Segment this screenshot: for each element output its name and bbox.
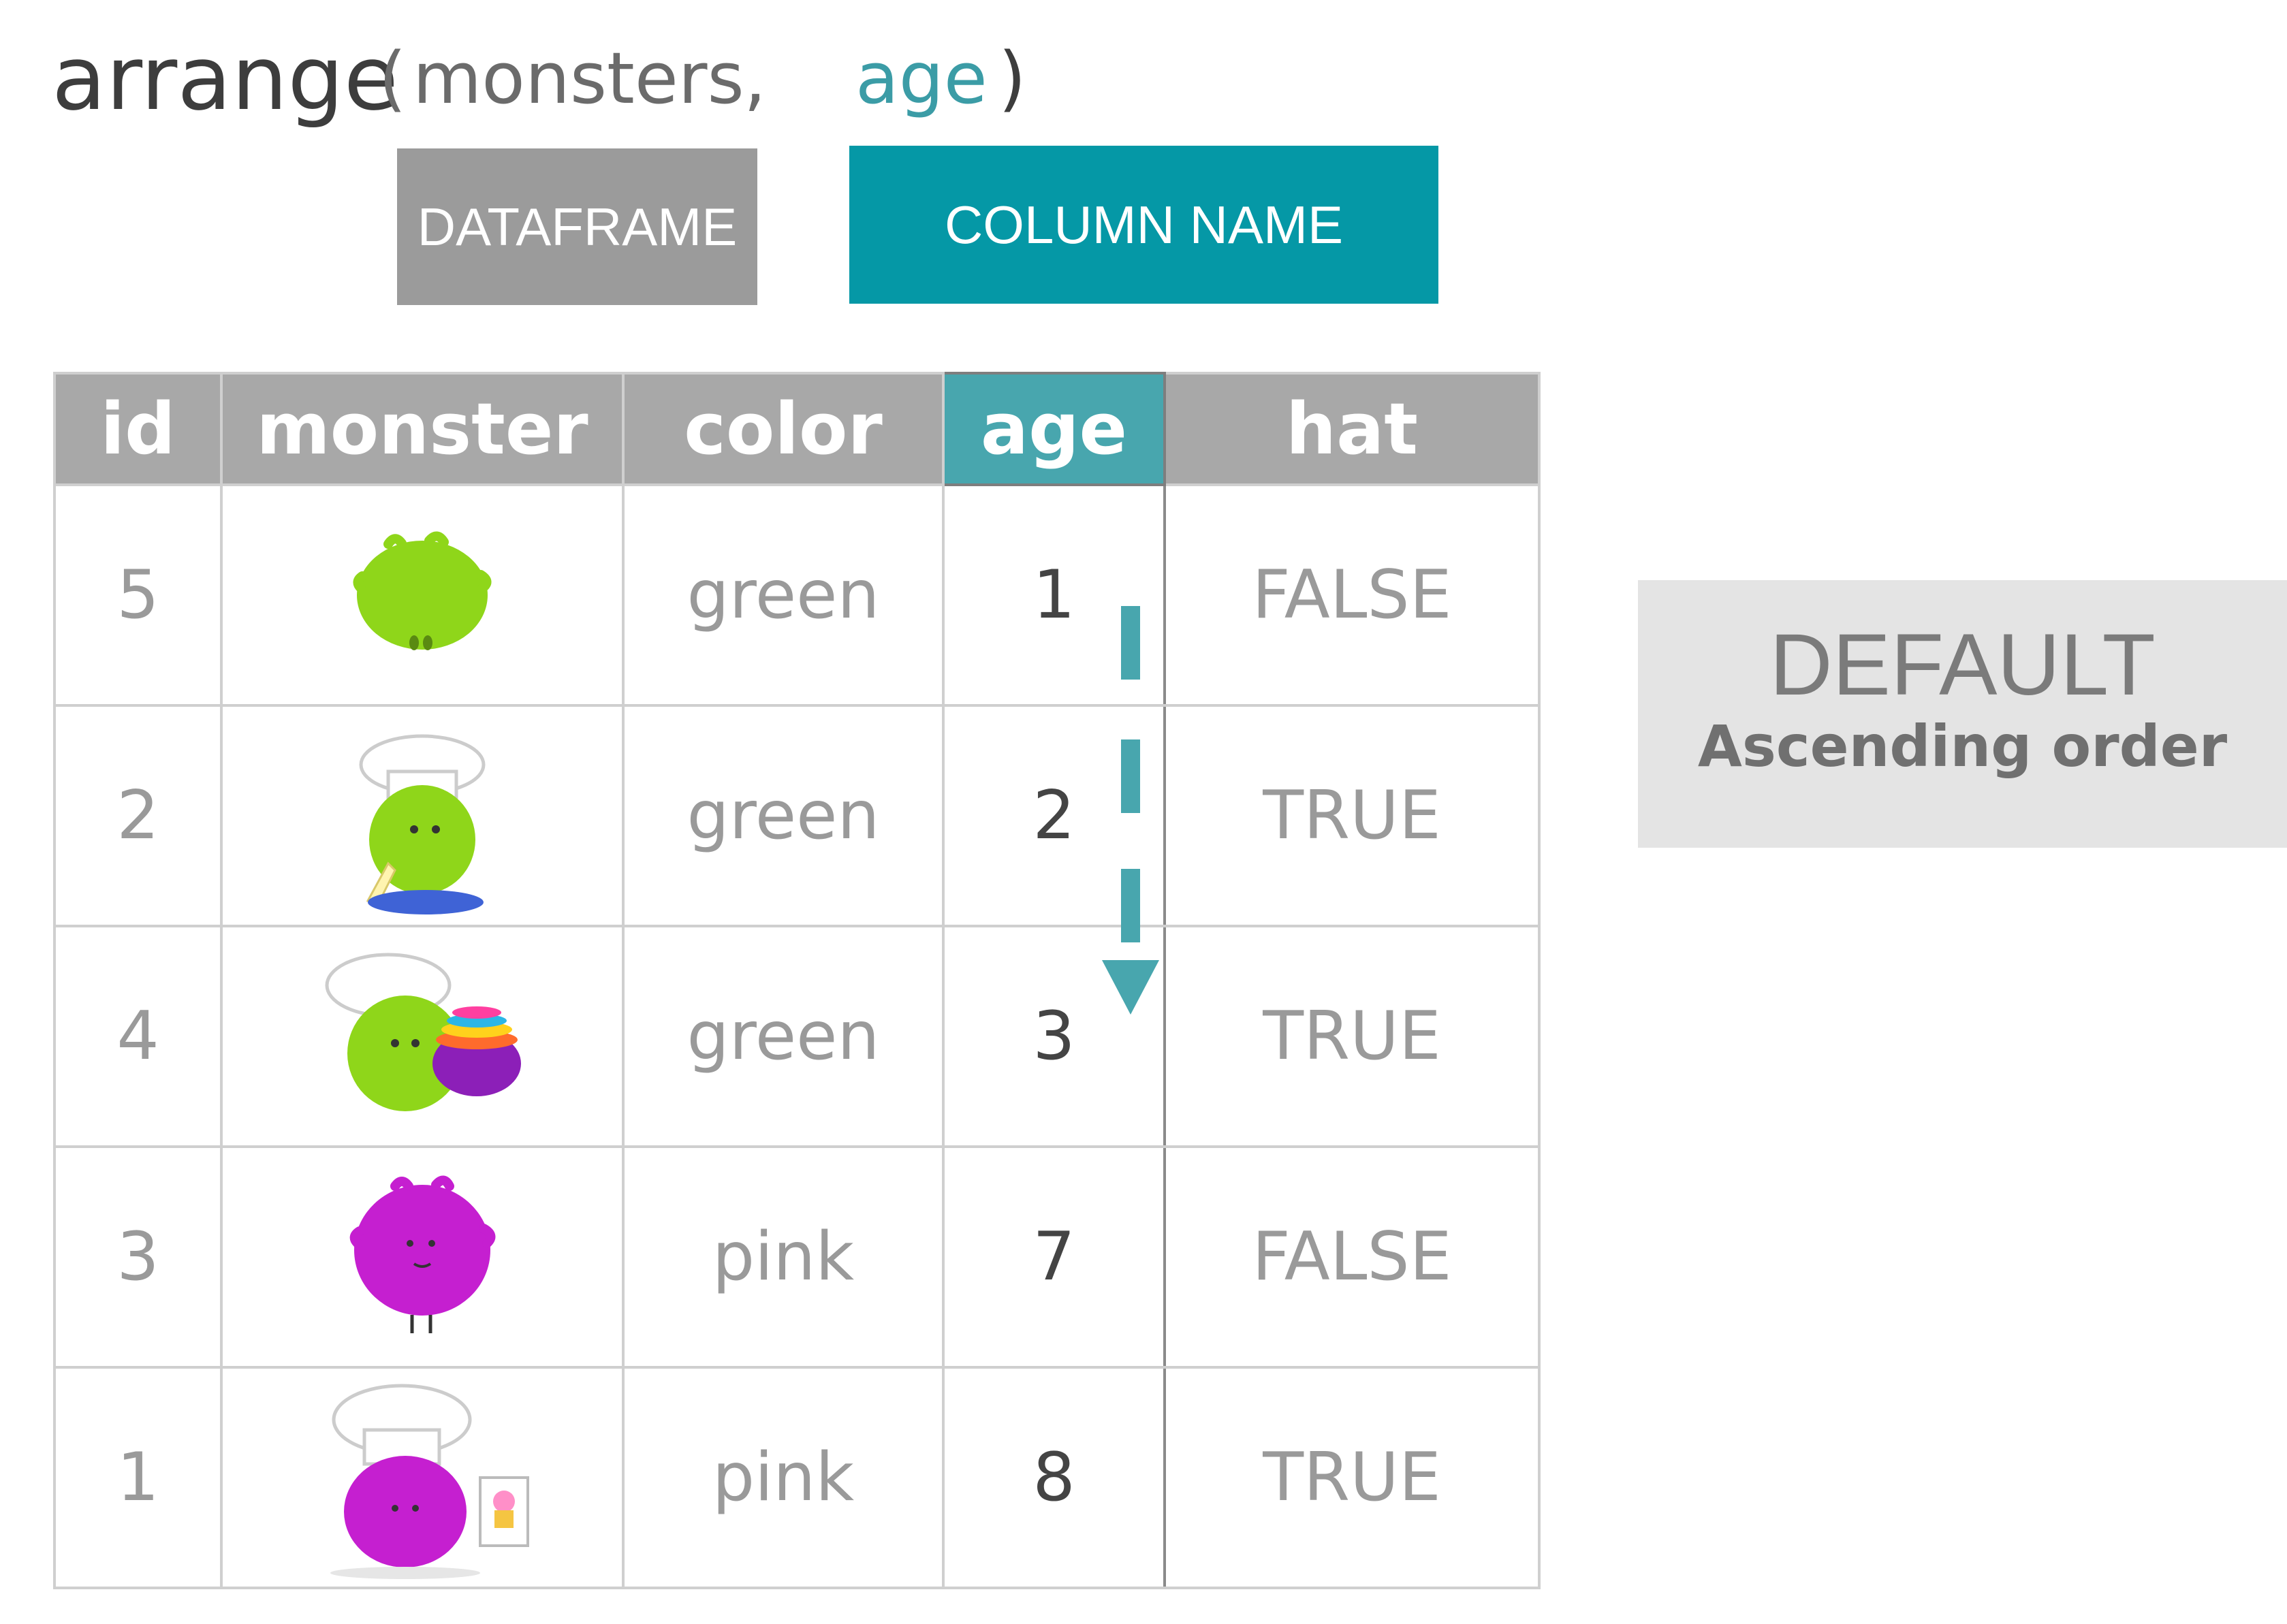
cell-hat: TRUE (1163, 925, 1541, 1148)
cell-color: green (622, 483, 945, 707)
cell-age: 7 (942, 1145, 1166, 1369)
argument-comma: , (744, 37, 767, 120)
column-name-label-text: COLUMN NAME (944, 194, 1344, 255)
header-row: id monster color age hat (53, 372, 1541, 486)
green-chef-monster-icon (359, 734, 486, 914)
cell-color: pink (622, 1145, 945, 1369)
cell-color: green (622, 704, 945, 927)
cell-color: green (622, 925, 945, 1148)
green-baker-monster-icon (325, 953, 521, 1111)
cell-monster (220, 925, 625, 1148)
cell-monster (220, 704, 625, 927)
cell-hat: TRUE (1163, 1366, 1541, 1589)
monsters-table: id monster color age hat 5 green 1 FALSE… (53, 372, 1541, 1589)
table-row: 5 green 1 FALSE (53, 483, 1541, 707)
cell-color: pink (622, 1366, 945, 1589)
cell-monster (220, 1366, 625, 1589)
cell-hat: FALSE (1163, 1145, 1541, 1369)
cell-id: 1 (53, 1366, 223, 1589)
green-monster-icon (353, 531, 492, 650)
column-argument: age (855, 37, 988, 120)
pink-monster-icon (349, 1175, 496, 1333)
column-name-label: COLUMN NAME (849, 146, 1438, 304)
cell-hat: TRUE (1163, 704, 1541, 927)
cell-id: 3 (53, 1145, 223, 1369)
header-monster: monster (220, 372, 625, 486)
pink-chef-monster-icon (330, 1384, 529, 1579)
table-row: 2 green 2 TRUE (53, 704, 1541, 927)
table-row: 4 green 3 TRUE (53, 925, 1541, 1148)
default-order-note: DEFAULT Ascending order (1638, 580, 2287, 848)
cell-age: 8 (942, 1366, 1166, 1589)
cell-monster (220, 1145, 625, 1369)
header-id: id (53, 372, 223, 486)
cell-monster (220, 483, 625, 707)
note-subtitle: Ascending order (1697, 713, 2228, 780)
header-color: color (622, 372, 945, 486)
close-paren: ) (998, 37, 1026, 120)
table-row: 3 pink 7 FALSE (53, 1145, 1541, 1369)
ascending-arrow-icon (1102, 606, 1159, 1015)
function-name: arrange (52, 27, 398, 130)
note-title: DEFAULT (1769, 616, 2156, 714)
cell-id: 4 (53, 925, 223, 1148)
header-age: age (942, 372, 1166, 486)
table-row: 1 pink 8 TRUE (53, 1366, 1541, 1589)
dataframe-label-text: DATAFRAME (417, 196, 738, 257)
cell-id: 5 (53, 483, 223, 707)
cell-hat: FALSE (1163, 483, 1541, 707)
header-hat: hat (1163, 372, 1541, 486)
dataframe-label: DATAFRAME (397, 148, 757, 305)
cell-id: 2 (53, 704, 223, 927)
dataframe-argument: monsters (413, 37, 744, 120)
open-paren: ( (379, 37, 407, 120)
